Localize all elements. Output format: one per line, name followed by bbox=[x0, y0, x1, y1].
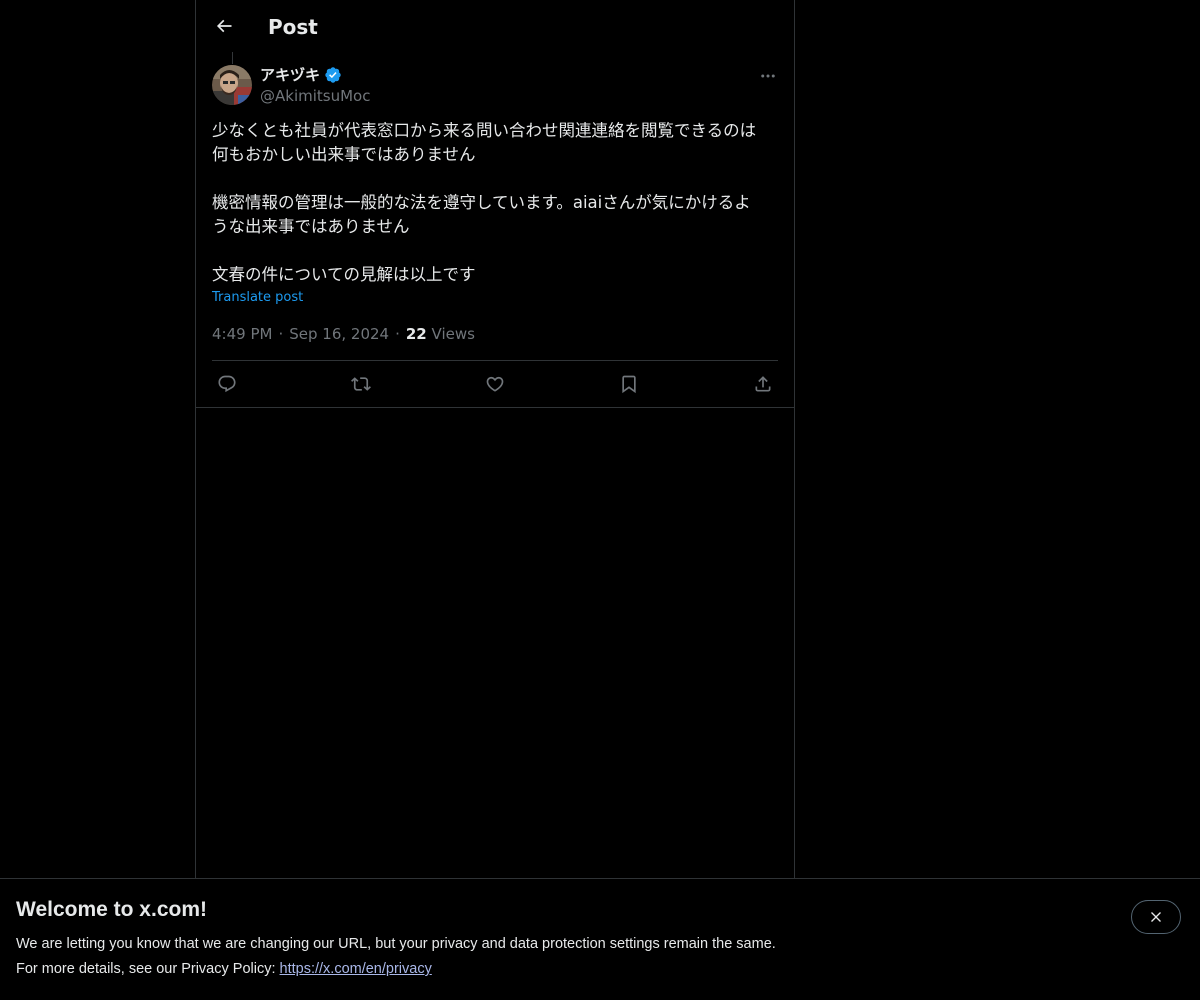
page-title: Post bbox=[268, 15, 318, 39]
translate-post-link[interactable]: Translate post bbox=[212, 290, 303, 305]
repost-button[interactable] bbox=[346, 369, 376, 399]
divider bbox=[212, 360, 778, 361]
author-handle[interactable]: @AkimitsuMoc bbox=[260, 86, 370, 106]
author-block: アキヅキ @AkimitsuMoc bbox=[260, 64, 370, 106]
post-meta: 4:49 PM · Sep 16, 2024 · 22 Views bbox=[212, 324, 475, 344]
like-icon bbox=[486, 376, 504, 392]
banner-policy-prefix: For more details, see our Privacy Policy… bbox=[16, 961, 280, 977]
banner-title: Welcome to x.com! bbox=[16, 898, 207, 921]
reply-icon bbox=[218, 375, 236, 393]
back-button[interactable] bbox=[206, 8, 242, 44]
views-label: Views bbox=[431, 325, 475, 343]
privacy-policy-link[interactable]: https://x.com/en/privacy bbox=[280, 961, 432, 977]
bookmark-button[interactable] bbox=[614, 369, 644, 399]
like-button[interactable] bbox=[480, 369, 510, 399]
display-name-row: アキヅキ bbox=[260, 64, 370, 85]
more-options-button[interactable] bbox=[754, 62, 782, 90]
banner-message: We are letting you know that we are chan… bbox=[16, 936, 776, 952]
welcome-banner: Welcome to x.com! We are letting you kno… bbox=[0, 878, 1200, 1000]
close-icon bbox=[1151, 912, 1161, 922]
verified-badge-icon bbox=[324, 66, 342, 84]
display-name[interactable]: アキヅキ bbox=[260, 64, 320, 85]
banner-policy-line: For more details, see our Privacy Policy… bbox=[16, 961, 432, 977]
bookmark-icon bbox=[622, 375, 636, 394]
share-icon bbox=[755, 376, 771, 392]
post-text: 少なくとも社員が代表窓口から来る問い合わせ関連連絡を閲覧できるのは 何もおかしい… bbox=[212, 121, 757, 284]
post-column: Post アキヅキ @AkimitsuMoc 少なくとも社員が代表窓口から来る問… bbox=[195, 0, 795, 878]
repost-icon bbox=[351, 377, 371, 391]
post-time[interactable]: 4:49 PM bbox=[212, 325, 272, 343]
meta-separator: · bbox=[395, 325, 400, 343]
divider bbox=[196, 407, 794, 408]
meta-separator: · bbox=[278, 325, 284, 343]
arrow-left-icon bbox=[216, 19, 232, 33]
more-icon bbox=[761, 74, 775, 78]
post-header: Post bbox=[196, 0, 794, 53]
thread-line bbox=[232, 52, 233, 64]
post-date[interactable]: Sep 16, 2024 bbox=[289, 325, 389, 343]
share-button[interactable] bbox=[748, 369, 778, 399]
avatar[interactable] bbox=[212, 65, 252, 105]
views-count: 22 bbox=[405, 325, 427, 343]
close-banner-button[interactable] bbox=[1131, 900, 1181, 934]
action-bar bbox=[212, 369, 778, 399]
reply-button[interactable] bbox=[212, 369, 242, 399]
